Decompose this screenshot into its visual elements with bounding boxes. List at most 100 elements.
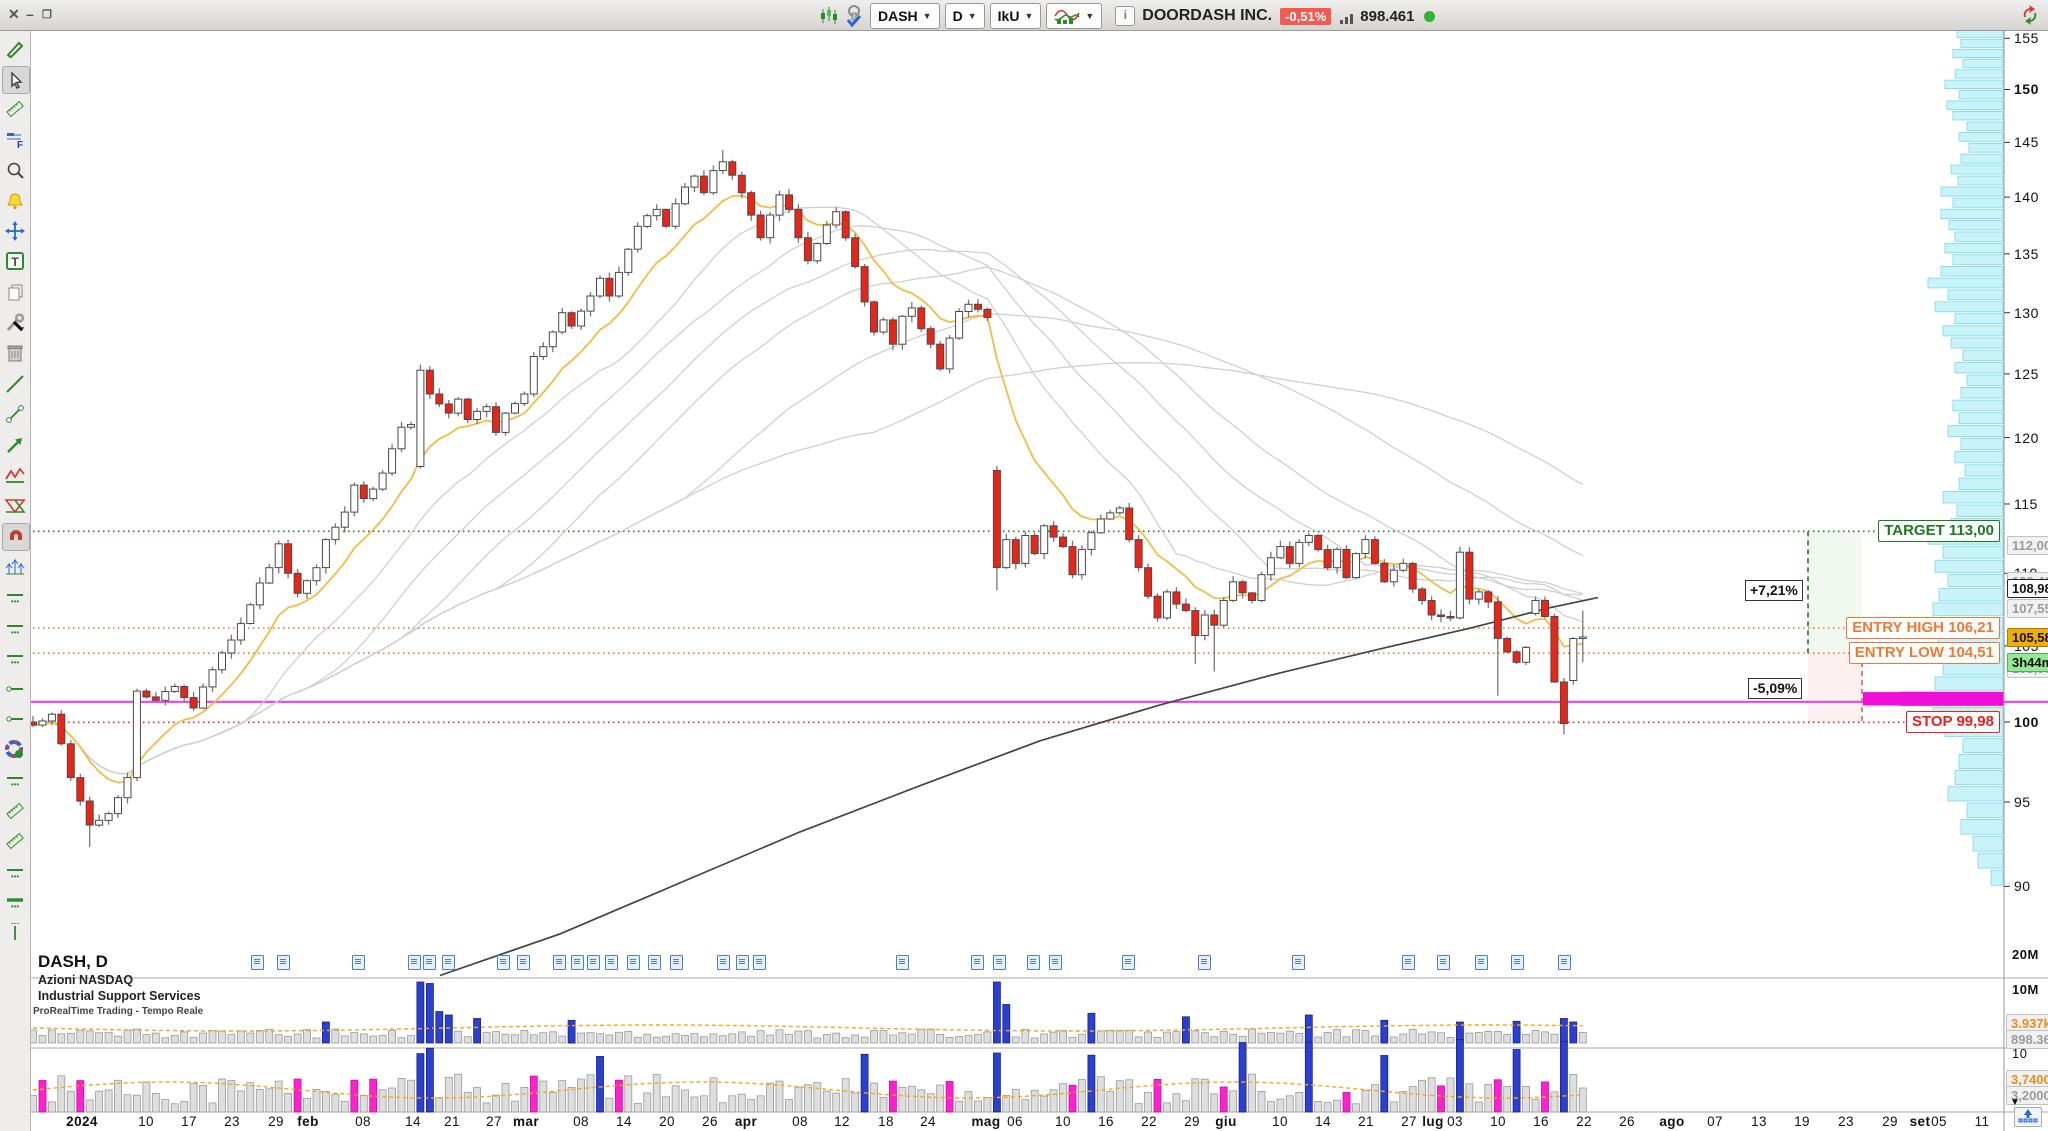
duplicate-icon[interactable] — [2, 279, 28, 305]
date-tick: 26 — [1619, 1114, 1635, 1129]
hline-e-icon[interactable]: ••• — [2, 859, 28, 885]
news-icon[interactable] — [571, 955, 584, 970]
link-check-icon[interactable] — [844, 4, 864, 28]
timeframe-selector[interactable]: D▼ — [945, 3, 985, 29]
news-icon[interactable] — [1558, 955, 1571, 970]
hline-b-icon[interactable]: ••• — [2, 615, 28, 641]
news-icon[interactable] — [1292, 955, 1305, 970]
news-icon[interactable] — [753, 955, 766, 970]
minimize-icon[interactable]: – — [26, 6, 34, 22]
news-icon[interactable] — [251, 955, 264, 970]
news-icon[interactable] — [352, 955, 365, 970]
top-bar: ✕ – ❐ DASH▼ D▼ IkU▼ ▼ i DO — [0, 0, 2048, 31]
news-icon[interactable] — [277, 955, 290, 970]
tools-icon[interactable] — [2, 310, 28, 336]
news-icon[interactable] — [1122, 955, 1135, 970]
news-icon[interactable] — [442, 955, 455, 970]
news-icon[interactable] — [605, 955, 618, 970]
pattern-icon[interactable] — [2, 493, 28, 519]
move-icon[interactable] — [2, 218, 28, 244]
news-icon[interactable] — [993, 955, 1006, 970]
symbol-selector[interactable]: DASH▼ — [870, 3, 940, 29]
news-icon[interactable] — [408, 955, 421, 970]
entry-high-level-label[interactable]: ENTRY HIGH 106,21 — [1846, 617, 2000, 639]
news-icon[interactable] — [1198, 955, 1211, 970]
date-tick: 27 — [1401, 1114, 1417, 1129]
date-tick: 17 — [181, 1114, 197, 1129]
trend-line-icon[interactable] — [2, 371, 28, 397]
ray-b-icon[interactable] — [2, 706, 28, 732]
axis-level-label: 107,55 — [2007, 599, 2048, 618]
news-icon[interactable] — [423, 955, 436, 970]
news-icon[interactable] — [896, 955, 909, 970]
hline-bold-icon[interactable]: ••• — [2, 889, 28, 915]
date-tick: 2024 — [66, 1114, 98, 1129]
entry-low-level-label[interactable]: ENTRY LOW 104,51 — [1849, 642, 2000, 664]
last-close-label: 108,98 — [2007, 579, 2048, 598]
indicator-settings-icon[interactable]: F — [2, 127, 28, 153]
news-icon[interactable] — [971, 955, 984, 970]
news-icon[interactable] — [1511, 955, 1524, 970]
date-tick: 06 — [1007, 1114, 1023, 1129]
date-tick: ago — [1659, 1114, 1684, 1129]
refresh-icon[interactable] — [2018, 3, 2042, 27]
news-icon[interactable] — [553, 955, 566, 970]
news-icon[interactable] — [587, 955, 600, 970]
zoom-icon[interactable] — [2, 157, 28, 183]
news-icon[interactable] — [1475, 955, 1488, 970]
news-icon[interactable] — [1049, 955, 1062, 970]
info-icon[interactable]: i — [1115, 6, 1135, 26]
ruler-c-icon[interactable] — [2, 828, 28, 854]
ruler-b-icon[interactable] — [2, 798, 28, 824]
close-icon[interactable]: ✕ — [8, 6, 20, 23]
news-icon[interactable] — [1437, 955, 1450, 970]
fibonacci-icon[interactable] — [2, 554, 28, 580]
hline-d-icon[interactable]: ••• — [2, 767, 28, 793]
date-tick: 18 — [878, 1114, 894, 1129]
target-level-label[interactable]: TARGET 113,00 — [1878, 520, 2000, 542]
news-icon[interactable] — [517, 955, 530, 970]
date-tick: 29 — [1184, 1114, 1200, 1129]
ray-a-icon[interactable] — [2, 676, 28, 702]
arrow-icon[interactable] — [2, 432, 28, 458]
price-tick: 120 — [2014, 430, 2039, 446]
chart-style-selector[interactable]: ▼ — [1046, 3, 1102, 29]
volume-bars-icon — [1339, 11, 1355, 25]
date-tick: 05 — [1931, 1114, 1947, 1129]
date-tick: 08 — [355, 1114, 371, 1129]
text-tool-icon[interactable]: T — [2, 249, 28, 275]
vline-icon[interactable]: ••• — [2, 920, 28, 946]
chart-canvas[interactable] — [0, 0, 2048, 1131]
magnet-icon[interactable] — [2, 523, 30, 551]
news-icon[interactable] — [1402, 955, 1415, 970]
news-icon[interactable] — [1027, 955, 1040, 970]
trash-icon[interactable] — [2, 340, 28, 366]
cursor-icon[interactable] — [2, 66, 30, 94]
news-icon[interactable] — [497, 955, 510, 970]
news-icon[interactable] — [736, 955, 749, 970]
view-selector[interactable]: IkU▼ — [990, 3, 1042, 29]
hline-c-icon[interactable]: ••• — [2, 645, 28, 671]
news-icon[interactable] — [670, 955, 683, 970]
restore-icon[interactable]: ❐ — [42, 8, 52, 21]
target-percent-label: +7,21% — [1745, 580, 1803, 601]
volume-tick: 10M — [2012, 982, 2039, 997]
scroll-to-latest-button[interactable] — [2014, 1107, 2042, 1127]
ruler-icon[interactable] — [2, 96, 28, 122]
date-tick: 07 — [1707, 1114, 1723, 1129]
zigzag-icon[interactable] — [2, 462, 28, 488]
hline-a-icon[interactable]: ••• — [2, 584, 28, 610]
color-wheel-icon[interactable] — [2, 737, 28, 763]
svg-text:•••: ••• — [11, 872, 20, 881]
news-icon[interactable] — [627, 955, 640, 970]
svg-text:•••: ••• — [11, 780, 20, 789]
date-tick: 27 — [486, 1114, 502, 1129]
chevron-down-icon: ▼ — [1085, 11, 1094, 21]
news-icon[interactable] — [717, 955, 730, 970]
alert-bell-icon[interactable] — [2, 188, 28, 214]
stop-level-label[interactable]: STOP 99,98 — [1906, 711, 2000, 733]
news-icon[interactable] — [648, 955, 661, 970]
segment-icon[interactable] — [2, 401, 28, 427]
candles-icon[interactable] — [818, 5, 840, 27]
draw-pencil-icon[interactable] — [2, 35, 28, 61]
